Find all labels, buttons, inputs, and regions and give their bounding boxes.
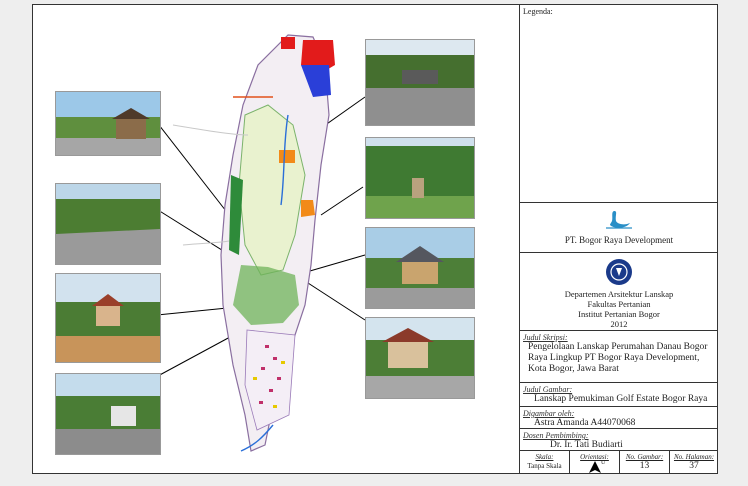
thesis-line-1: Pengelolaan Lanskap Perumahan Danau Bogo…	[528, 342, 708, 352]
site-plan	[172, 34, 335, 452]
drawing-title-value: Lanskap Pemukiman Golf Estate Bogor Raya	[534, 394, 708, 404]
year: 2012	[610, 319, 628, 329]
drawing-title-cell: Judul Gambar: Lanskap Pemukiman Golf Est…	[520, 383, 718, 407]
drawing-area	[33, 5, 519, 473]
drawn-by-value: Astra Amanda A44070068	[534, 418, 636, 428]
page-no-cell: No. Halaman: 37	[670, 451, 718, 473]
photo-road	[55, 183, 161, 265]
photo-entrance	[365, 39, 475, 126]
supervisor-value: Dr. Ir. Tati Budiarti	[550, 440, 623, 450]
footer-row: Skala: Tanpa Skala Orientasi: U No. Gamb…	[520, 451, 718, 473]
title-block: Legenda: PT. Bogor Raya Development Depa…	[519, 5, 718, 473]
scale-label: Skala:	[535, 453, 554, 461]
drawing-sheet: Legenda: PT. Bogor Raya Development Depa…	[32, 4, 718, 474]
dept-name: Departemen Arsitektur Lanskap	[564, 289, 674, 299]
scale-cell: Skala: Tanpa Skala	[520, 451, 570, 473]
faculty-name: Fakultas Pertanian	[587, 299, 651, 309]
thesis-cell: Judul Skripsi: Pengelolaan Lanskap Perum…	[520, 331, 718, 383]
supervisor-label: Dosen Pembimbing:	[523, 431, 589, 440]
photo-gazebo	[55, 273, 161, 363]
photo-building	[55, 373, 161, 455]
legend-label: Legenda:	[523, 7, 553, 16]
drawing-no-label: No. Gambar:	[625, 453, 664, 461]
photo-palm-garden	[365, 137, 475, 219]
legend-cell: Legenda:	[520, 5, 718, 203]
drawing-no-cell: No. Gambar: 13	[620, 451, 670, 473]
north-arrow-icon	[588, 461, 601, 473]
swan-logo-icon	[606, 211, 632, 229]
scale-value: Tanpa Skala	[527, 462, 562, 470]
university-name: Institut Pertanian Bogor	[578, 309, 660, 319]
photo-gatehouse-2	[365, 227, 475, 309]
institution-cell: Departemen Arsitektur Lanskap Fakultas P…	[520, 253, 718, 331]
company-name: PT. Bogor Raya Development	[564, 235, 674, 245]
drawn-by-label: Digambar oleh:	[523, 409, 575, 418]
thesis-label: Judul Skripsi:	[523, 333, 568, 342]
thesis-line-3: Kota Bogor, Jawa Barat	[528, 364, 619, 374]
company-cell: PT. Bogor Raya Development	[520, 203, 718, 253]
page-no-value: 37	[689, 461, 699, 471]
thesis-line-2: Raya Lingkup PT Bogor Raya Development,	[528, 353, 700, 363]
ipb-logo-icon	[606, 259, 632, 285]
drawing-title-label: Judul Gambar:	[523, 385, 573, 394]
page-no-label: No. Halaman:	[673, 453, 715, 461]
photo-gatehouse-1	[55, 91, 161, 156]
supervisor-cell: Dosen Pembimbing: Dr. Ir. Tati Budiarti	[520, 429, 718, 451]
orientation-cell: Orientasi: U	[570, 451, 620, 473]
orientation-label: Orientasi:	[580, 453, 609, 461]
orientation-value: U	[601, 460, 606, 466]
drawing-no-value: 13	[639, 461, 650, 471]
photo-guardhouse	[365, 317, 475, 399]
drawn-by-cell: Digambar oleh: Astra Amanda A44070068	[520, 407, 718, 429]
